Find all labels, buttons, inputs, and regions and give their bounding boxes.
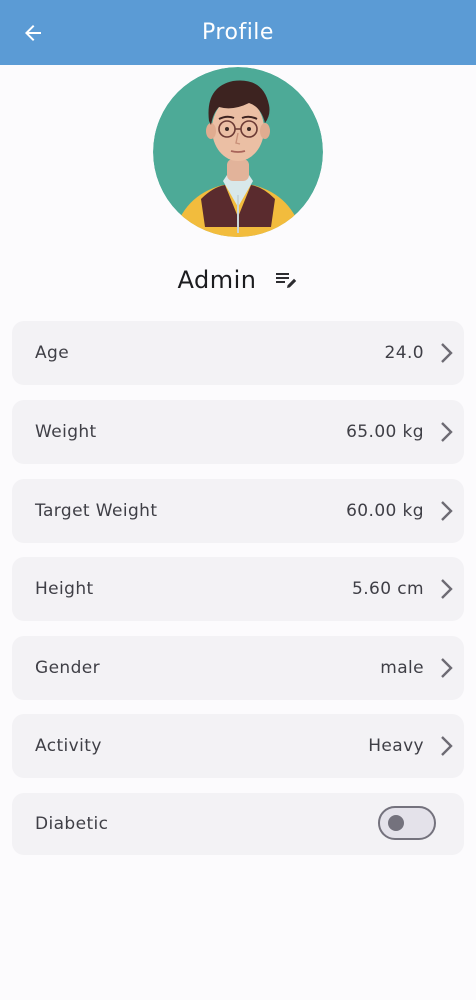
edit-notes-icon [275, 273, 296, 288]
field-row-target-weight[interactable]: Target Weight 60.00 kg [12, 479, 464, 543]
profile-name-row: Admin [0, 258, 476, 302]
avatar[interactable] [153, 67, 323, 237]
field-row-diabetic: Diabetic [12, 793, 464, 855]
chevron-right-icon [441, 422, 453, 442]
edit-name-button[interactable] [273, 267, 299, 293]
chevron-right-icon [441, 343, 453, 363]
toggle-knob [388, 815, 404, 831]
diabetic-toggle[interactable] [378, 806, 436, 840]
field-label: Activity [35, 736, 102, 756]
field-value: 65.00 kg [346, 422, 424, 442]
field-row-height[interactable]: Height 5.60 cm [12, 557, 464, 621]
field-row-weight[interactable]: Weight 65.00 kg [12, 400, 464, 464]
field-value: 24.0 [384, 343, 424, 363]
field-value: 5.60 cm [352, 579, 424, 599]
field-row-gender[interactable]: Gender male [12, 636, 464, 700]
profile-name: Admin [177, 266, 257, 294]
field-label: Gender [35, 658, 101, 678]
chevron-right-icon [441, 501, 453, 521]
field-value: male [380, 658, 424, 678]
field-label: Height [35, 579, 94, 599]
chevron-right-icon [441, 579, 453, 599]
user-avatar-portrait [153, 67, 323, 237]
field-value: 60.00 kg [346, 501, 424, 521]
field-label: Target Weight [35, 501, 158, 521]
chevron-right-icon [441, 658, 453, 678]
page-title: Profile [202, 20, 274, 45]
chevron-right-icon [441, 736, 453, 756]
app-bar: Profile [0, 0, 476, 65]
field-value: Heavy [368, 736, 424, 756]
field-label: Diabetic [35, 814, 109, 834]
field-label: Age [35, 343, 70, 363]
field-row-activity[interactable]: Activity Heavy [12, 714, 464, 778]
field-row-age[interactable]: Age 24.0 [12, 321, 464, 385]
field-label: Weight [35, 422, 97, 442]
